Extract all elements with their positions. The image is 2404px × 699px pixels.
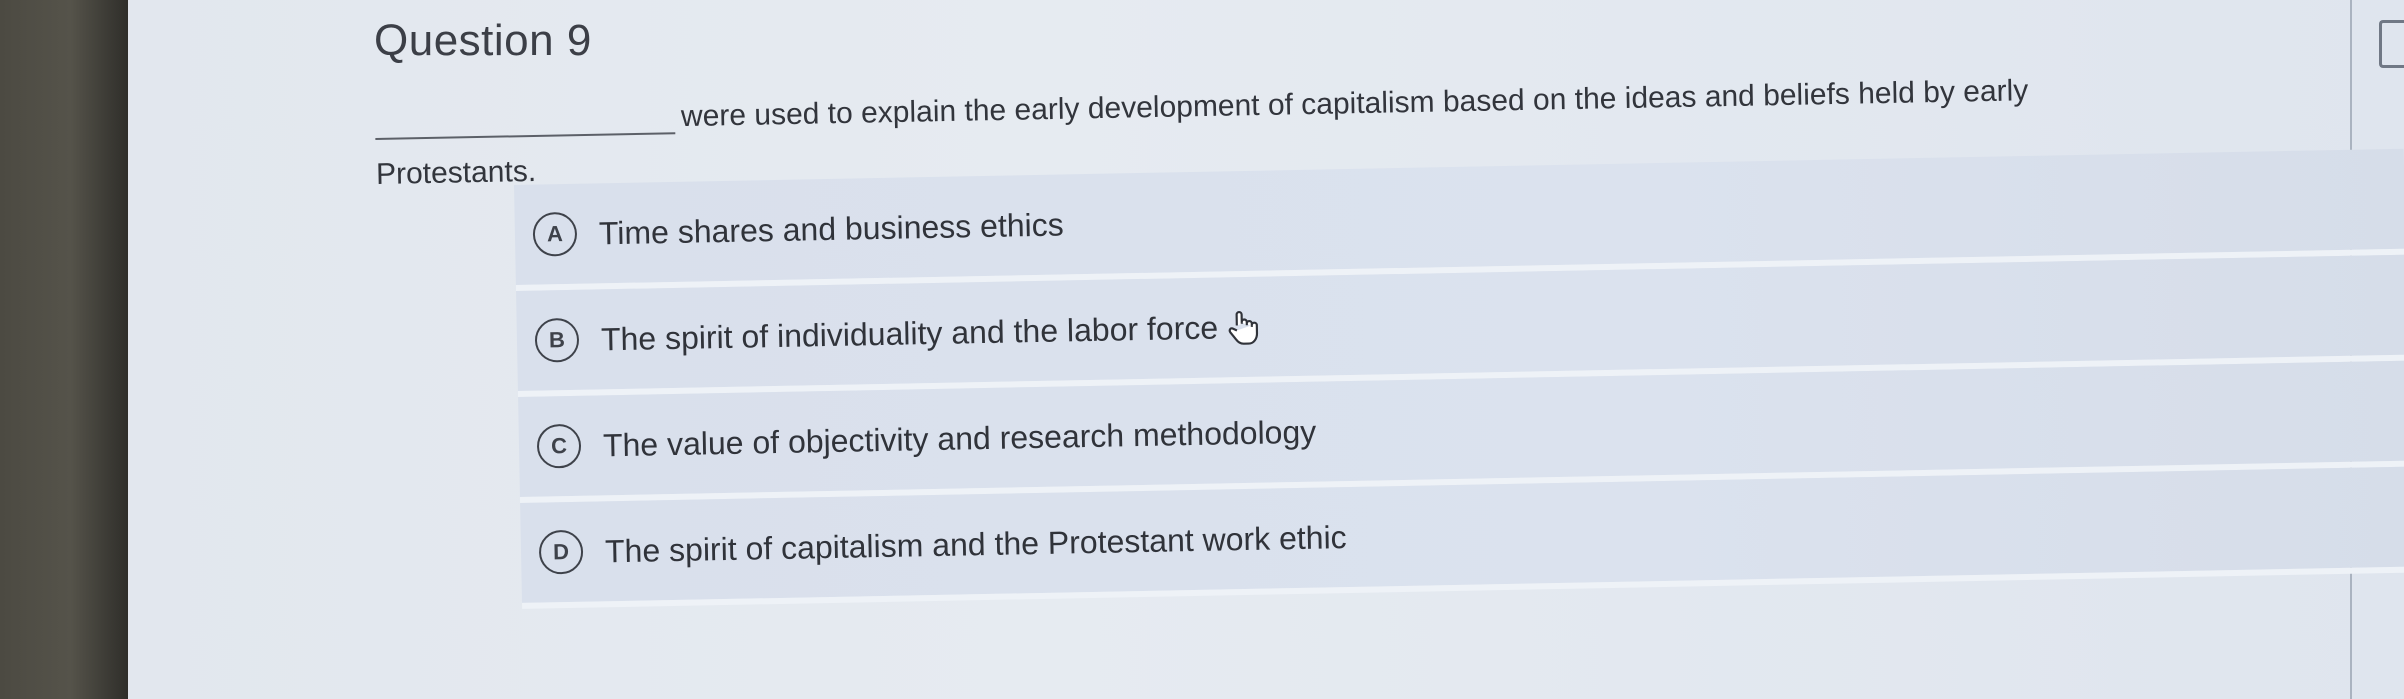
option-letter-badge: A [532,211,578,257]
hand-pointer-icon [1228,311,1259,345]
answer-blank [374,92,676,140]
stem-text: were used to explain the early developme… [680,74,2029,134]
option-text: Time shares and business ethics [598,205,1065,251]
question-title: Question 9 [374,16,592,65]
option-letter-badge: D [538,529,584,575]
quiz-page: Question 9 were used to explain the earl… [128,0,2404,699]
option-letter-badge: C [536,423,582,469]
answer-options: A Time shares and business ethics B The … [514,148,2404,609]
option-text: The value of objectivity and research me… [602,413,1317,463]
monitor-bezel [0,0,128,699]
option-letter-badge: B [534,317,580,363]
option-text: The spirit of individuality and the labo… [600,309,1219,357]
side-panel-toggle-button[interactable] [2379,20,2404,68]
option-text: The spirit of capitalism and the Protest… [604,518,1347,569]
